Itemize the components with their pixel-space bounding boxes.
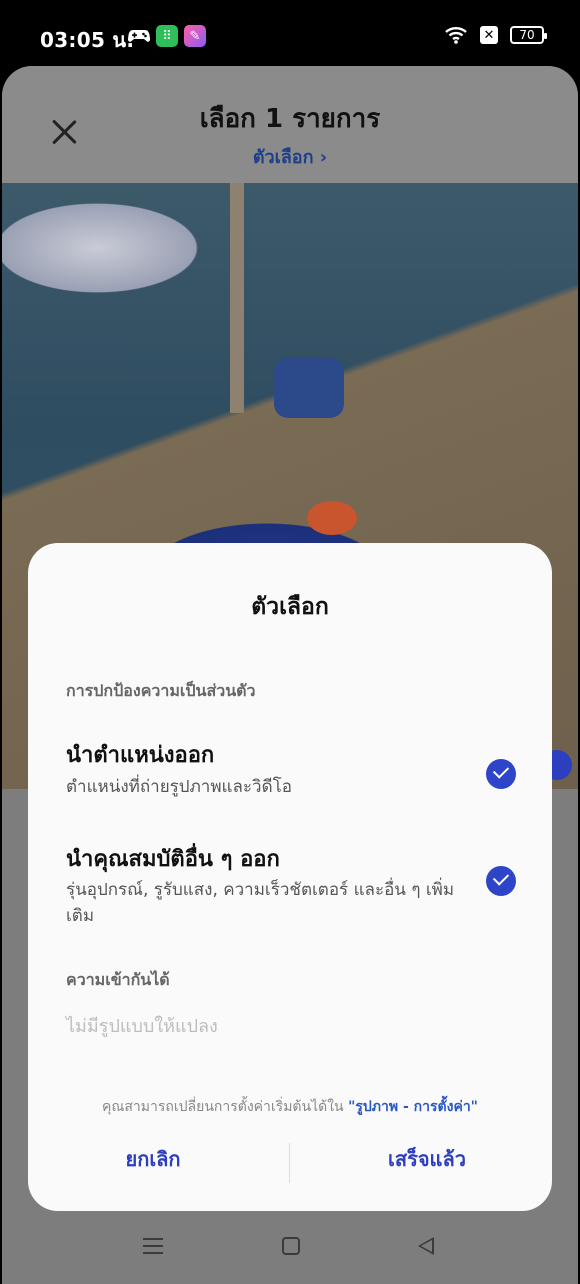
footnote-text: คุณสามารถเปลี่ยนการตั้งค่าเริ่มต้นได้ใน [102,1099,349,1115]
notification-x-icon: ✕ [480,26,498,44]
back-icon[interactable] [418,1237,434,1255]
status-time: 03:05 น. [40,28,135,52]
sheet-title: เลือก 1 รายการ [199,104,381,134]
recent-apps-icon[interactable] [143,1237,163,1255]
button-divider [289,1143,290,1183]
options-link[interactable]: ตัวเลือก › [2,142,578,171]
compat-section-label: ความเข้ากันได้ [66,970,170,989]
settings-link[interactable]: "รูปภาพ - การตั้งค่า" [348,1099,478,1115]
sheet-header: เลือก 1 รายการ ตัวเลือก › [2,66,578,183]
cancel-button[interactable]: ยกเลิก [28,1143,278,1183]
remove-location-subtitle: ตำแหน่งที่ถ่ายรูปภาพและวิดีโอ [66,777,292,797]
pink-app-icon: ✎ [184,25,206,47]
options-dialog: ตัวเลือก การปกป้องความเป็นส่วนตัว นำตำแห… [28,543,552,1211]
done-button[interactable]: เสร็จแล้ว [302,1143,552,1183]
remove-properties-check-icon[interactable] [486,866,516,896]
remove-properties-title[interactable]: นำคุณสมบัติอื่น ๆ ออก [66,841,280,876]
remove-properties-subtitle: รุ่นอุปกรณ์, รูรับแสง, ความเร็วชัตเตอร์ … [66,880,455,926]
footnote: คุณสามารถเปลี่ยนการตั้งค่าเริ่มต้นได้ใน … [28,1096,552,1118]
green-app-icon: ⠿ [156,25,178,47]
photo-detail [307,501,357,535]
game-controller-icon [128,25,150,47]
remove-location-title[interactable]: นำตำแหน่งออก [66,737,214,772]
home-icon[interactable] [282,1237,300,1255]
remove-location-check-icon[interactable] [486,759,516,789]
photo-detail [274,358,344,418]
compat-value: ไม่มีรูปแบบให้แปลง [66,1016,218,1037]
status-bar: 03:05 น. ⠿ ✎ ✕ 70 [0,0,580,70]
dialog-title: ตัวเลือก [251,594,329,620]
battery-icon: 70 [510,26,547,44]
wifi-icon [445,27,467,44]
photo-detail [230,183,244,413]
system-tray: ✕ 70 [444,26,547,44]
privacy-section-label: การปกป้องความเป็นส่วนตัว [66,681,256,700]
